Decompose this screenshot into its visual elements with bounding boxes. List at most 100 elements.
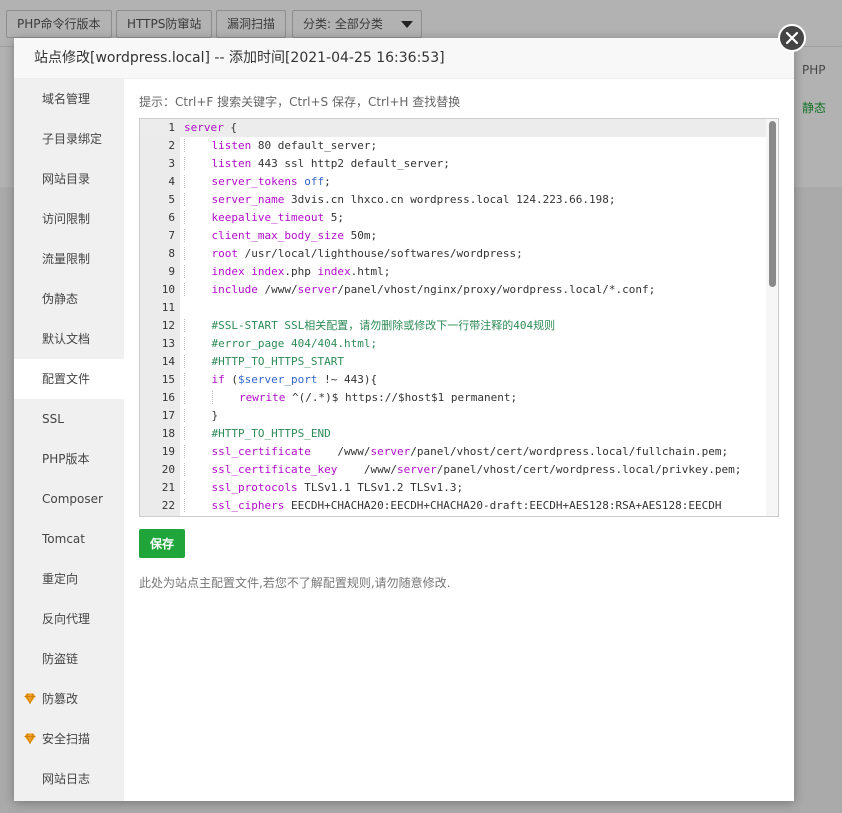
sidebar-item[interactable]: 默认文档 — [14, 319, 124, 359]
save-button[interactable]: 保存 — [139, 529, 185, 558]
code-lines[interactable]: 1 server {2 listen 80 default_server; 3 li… — [140, 119, 766, 515]
sidebar-item[interactable]: 重定向 — [14, 559, 124, 599]
sidebar-item-label: 网站日志 — [42, 772, 91, 786]
sidebar-item-label: 网站目录 — [42, 172, 91, 186]
sidebar-item-label: 伪静态 — [42, 292, 79, 306]
config-warning-note: 此处为站点主配置文件,若您不了解配置规则,请勿随意修改. — [139, 576, 451, 590]
line-number: 1 — [168, 121, 175, 134]
editor-scroll-thumb[interactable] — [769, 121, 776, 287]
line-number: 11 — [161, 301, 175, 314]
line-code: } — [184, 407, 218, 425]
sidebar-item-label: 域名管理 — [42, 92, 91, 106]
line-code: server_name 3dvis.cn lhxco.cn wordpress.… — [184, 191, 616, 209]
sidebar-item-label: 访问限制 — [42, 212, 91, 226]
code-line[interactable]: 7 client_max_body_size 50m; — [140, 227, 766, 245]
code-line[interactable]: 5 server_name 3dvis.cn lhxco.cn wordpres… — [140, 191, 766, 209]
line-code: index index.php index.html; — [184, 263, 390, 281]
line-code: client_max_body_size 50m; — [184, 227, 377, 245]
line-code: if ($server_port !~ 443){ — [184, 371, 377, 389]
diamond-icon — [24, 693, 36, 704]
line-number: 19 — [161, 445, 175, 458]
code-line[interactable]: 11 — [140, 299, 766, 317]
code-line[interactable]: 2 listen 80 default_server; — [140, 137, 766, 155]
code-line[interactable]: 12 #SSL-START SSL相关配置，请勿删除或修改下一行带注释的404规… — [140, 317, 766, 335]
sidebar-item-label: 防盗链 — [42, 652, 79, 666]
line-code: root /usr/local/lighthouse/softwares/wor… — [184, 245, 523, 263]
settings-sidebar: 域名管理子目录绑定网站目录访问限制流量限制伪静态默认文档配置文件 SSL PHP版本… — [14, 79, 124, 801]
line-code: #error_page 404/404.html; — [184, 335, 377, 353]
code-line[interactable]: 21 ssl_protocols TLSv1.1 TLSv1.2 TLSv1.3… — [140, 479, 766, 497]
sidebar-item[interactable]: 访问限制 — [14, 199, 124, 239]
line-number: 4 — [168, 175, 175, 188]
line-number: 16 — [161, 391, 175, 404]
sidebar-item-label: Tomcat — [42, 532, 85, 546]
sidebar-item[interactable]: 安全扫描 — [14, 719, 124, 759]
line-code: #HTTP_TO_HTTPS_END — [184, 425, 331, 443]
sidebar-item[interactable]: 防篡改 — [14, 679, 124, 719]
config-code-editor[interactable]: 1 server {2 listen 80 default_server; 3 li… — [139, 118, 779, 517]
close-dialog-button[interactable] — [778, 24, 806, 52]
sidebar-item[interactable]: PHP版本 — [14, 439, 124, 479]
code-line[interactable]: 16 rewrite ^(/.*)$ https://$host$1 perma… — [140, 389, 766, 407]
sidebar-item[interactable]: 流量限制 — [14, 239, 124, 279]
code-line[interactable]: 13 #error_page 404/404.html; — [140, 335, 766, 353]
sidebar-item-label: PHP版本 — [42, 452, 90, 466]
sidebar-item[interactable]: 域名管理 — [14, 79, 124, 119]
line-number: 5 — [168, 193, 175, 206]
diamond-icon — [24, 733, 36, 744]
sidebar-item-label: 防篡改 — [42, 692, 79, 706]
sidebar-item-label: 子目录绑定 — [42, 132, 103, 146]
code-line[interactable]: 9 index index.php index.html; — [140, 263, 766, 281]
line-code: ssl_ciphers EECDH+CHACHA20:EECDH+CHACHA2… — [184, 497, 721, 515]
line-number: 3 — [168, 157, 175, 170]
sidebar-item[interactable]: 伪静态 — [14, 279, 124, 319]
line-number: 14 — [161, 355, 175, 368]
line-code: server_tokens off; — [184, 173, 331, 191]
line-number: 20 — [161, 463, 175, 476]
code-line[interactable]: 20 ssl_certificate_key /www/server/panel… — [140, 461, 766, 479]
code-line[interactable]: 8 root /usr/local/lighthouse/softwares/w… — [140, 245, 766, 263]
line-code: listen 443 ssl http2 default_server; — [184, 155, 450, 173]
code-line[interactable]: 10 include /www/server/panel/vhost/nginx… — [140, 281, 766, 299]
code-line[interactable]: 4 server_tokens off; — [140, 173, 766, 191]
dialog-title: 站点修改[wordpress.local] -- 添加时间[2021-04-25… — [14, 38, 794, 79]
sidebar-item[interactable]: Composer — [14, 479, 124, 519]
sidebar-item[interactable]: 配置文件 — [14, 359, 124, 399]
code-line[interactable]: 6 keepalive_timeout 5; — [140, 209, 766, 227]
sidebar-item[interactable]: 网站目录 — [14, 159, 124, 199]
sidebar-item-label: 配置文件 — [42, 372, 91, 386]
code-line[interactable]: 19 ssl_certificate /www/server/panel/vho… — [140, 443, 766, 461]
sidebar-item-label: SSL — [42, 412, 64, 426]
line-code: server { — [184, 121, 237, 134]
sidebar-item[interactable]: SSL — [14, 399, 124, 439]
line-code: ssl_certificate /www/server/panel/vhost/… — [184, 443, 728, 461]
code-line[interactable]: 14 #HTTP_TO_HTTPS_START — [140, 353, 766, 371]
line-number: 2 — [168, 139, 175, 152]
sidebar-item-label: Composer — [42, 492, 103, 506]
line-number: 17 — [161, 409, 175, 422]
code-line[interactable]: 3 listen 443 ssl http2 default_server; — [140, 155, 766, 173]
code-line[interactable]: 15 if ($server_port !~ 443){ — [140, 371, 766, 389]
code-line[interactable]: 22 ssl_ciphers EECDH+CHACHA20:EECDH+CHAC… — [140, 497, 766, 515]
line-code: #SSL-START SSL相关配置，请勿删除或修改下一行带注释的404规则 — [184, 317, 555, 335]
sidebar-item[interactable]: 子目录绑定 — [14, 119, 124, 159]
line-number: 12 — [161, 319, 175, 332]
editor-scrollbar[interactable] — [766, 119, 778, 516]
line-code: include /www/server/panel/vhost/nginx/pr… — [184, 281, 655, 299]
sidebar-item[interactable]: 反向代理 — [14, 599, 124, 639]
line-number: 21 — [161, 481, 175, 494]
shortcut-tip: 提示：Ctrl+F 搜索关键字，Ctrl+S 保存，Ctrl+H 查找替换 — [139, 95, 461, 109]
code-line[interactable]: 18 #HTTP_TO_HTTPS_END — [140, 425, 766, 443]
sidebar-item[interactable]: 网站日志 — [14, 759, 124, 799]
sidebar-item[interactable]: Tomcat — [14, 519, 124, 559]
code-line[interactable]: 17 } — [140, 407, 766, 425]
code-line[interactable]: 1 server { — [140, 119, 766, 137]
line-number: 8 — [168, 247, 175, 260]
line-number: 9 — [168, 265, 175, 278]
line-number: 18 — [161, 427, 175, 440]
sidebar-item-label: 安全扫描 — [42, 732, 91, 746]
sidebar-item[interactable]: 防盗链 — [14, 639, 124, 679]
sidebar-item-label: 流量限制 — [42, 252, 91, 266]
site-settings-dialog: 站点修改[wordpress.local] -- 添加时间[2021-04-25… — [14, 38, 794, 801]
line-code: rewrite ^(/.*)$ https://$host$1 permanen… — [184, 389, 517, 407]
